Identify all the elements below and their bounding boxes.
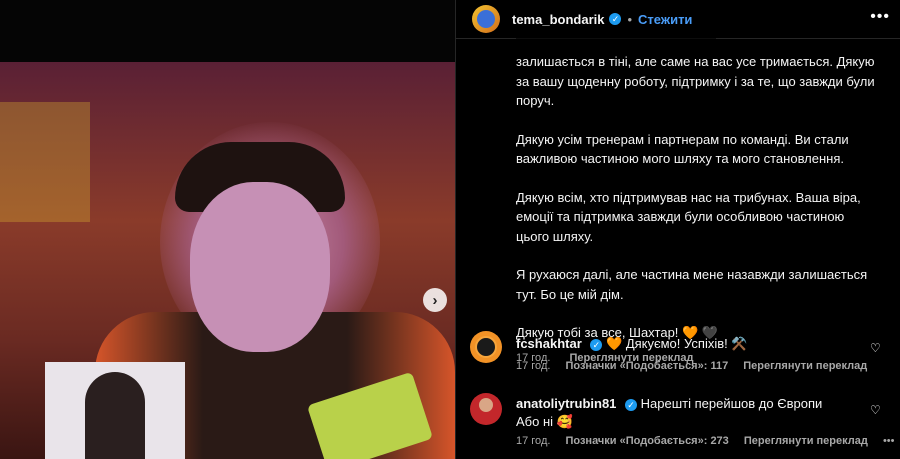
commenter-username[interactable]: anatoliytrubin81	[516, 396, 616, 411]
orange-heart-emoji: 🧡	[606, 336, 623, 351]
comment-item: anatoliytrubin81 ✓ Нарешті перейшов до Є…	[470, 393, 895, 453]
author-avatar[interactable]	[472, 5, 500, 33]
caption-paragraph: Дякую всім, хто підтримував нас на трибу…	[516, 189, 861, 244]
like-heart-icon[interactable]: ♡	[870, 403, 882, 417]
comment-body: fcshakhtar ✓ 🧡 Дякуємо! Успіхів! ⚒️	[516, 335, 866, 353]
comment-item: fcshakhtar ✓ 🧡 Дякуємо! Успіхів! ⚒️ 17 г…	[470, 331, 890, 381]
smiling-hearts-emoji: 🥰	[556, 414, 573, 429]
like-heart-icon[interactable]: ♡	[870, 341, 882, 355]
next-media-button[interactable]: ›	[423, 288, 447, 312]
commenter-username[interactable]: fcshakhtar	[516, 336, 582, 351]
comment-meta: 17 год. Позначки «Подобається»: 273 Пере…	[516, 435, 900, 447]
likes-count[interactable]: Позначки «Подобається»: 117	[565, 360, 728, 372]
likes-count[interactable]: Позначки «Подобається»: 273	[565, 435, 728, 447]
caption-paragraph: Дякую усім тренерам і партнерам по коман…	[516, 131, 849, 167]
comment-more-icon[interactable]: •••	[883, 435, 895, 447]
commenter-avatar[interactable]	[470, 393, 502, 425]
translate-link[interactable]: Переглянути переклад	[743, 360, 867, 372]
author-username[interactable]: tema_bondarik	[512, 12, 604, 27]
more-options-icon[interactable]: •••	[870, 8, 890, 26]
follow-button[interactable]: Стежити	[638, 12, 692, 27]
post-side-panel: tema_bondarik ✓ • Стежити ••• залишаєтьс…	[455, 0, 900, 459]
comment-text: Нарешті перейшов до Європи	[640, 396, 823, 411]
caption-paragraph: Я рухаюся далі, але частина мене назавжд…	[516, 267, 868, 302]
comment-text-line2: Або ні	[516, 414, 554, 429]
comment-text: Дякуємо! Успіхів!	[625, 336, 728, 351]
post-media: ›	[0, 0, 455, 459]
commenter-avatar[interactable]	[470, 331, 502, 363]
post-caption: залишається в тіні, але саме на вас усе …	[516, 30, 881, 368]
verified-badge-icon: ✓	[625, 399, 638, 411]
verified-badge-icon: ✓	[590, 339, 603, 351]
translate-link[interactable]: Переглянути переклад	[744, 435, 868, 447]
comment-body: anatoliytrubin81 ✓ Нарешті перейшов до Є…	[516, 395, 866, 431]
comment-time: 17 год.	[516, 360, 551, 372]
caption-paragraph: залишається в тіні, але саме на вас усе …	[516, 54, 875, 108]
comment-meta: 17 год. Позначки «Подобається»: 117 Пере…	[516, 360, 879, 372]
hammers-emoji: ⚒️	[731, 336, 748, 351]
verified-badge-icon: ✓	[609, 13, 622, 25]
comment-time: 17 год.	[516, 435, 551, 447]
post-photo	[0, 62, 455, 459]
